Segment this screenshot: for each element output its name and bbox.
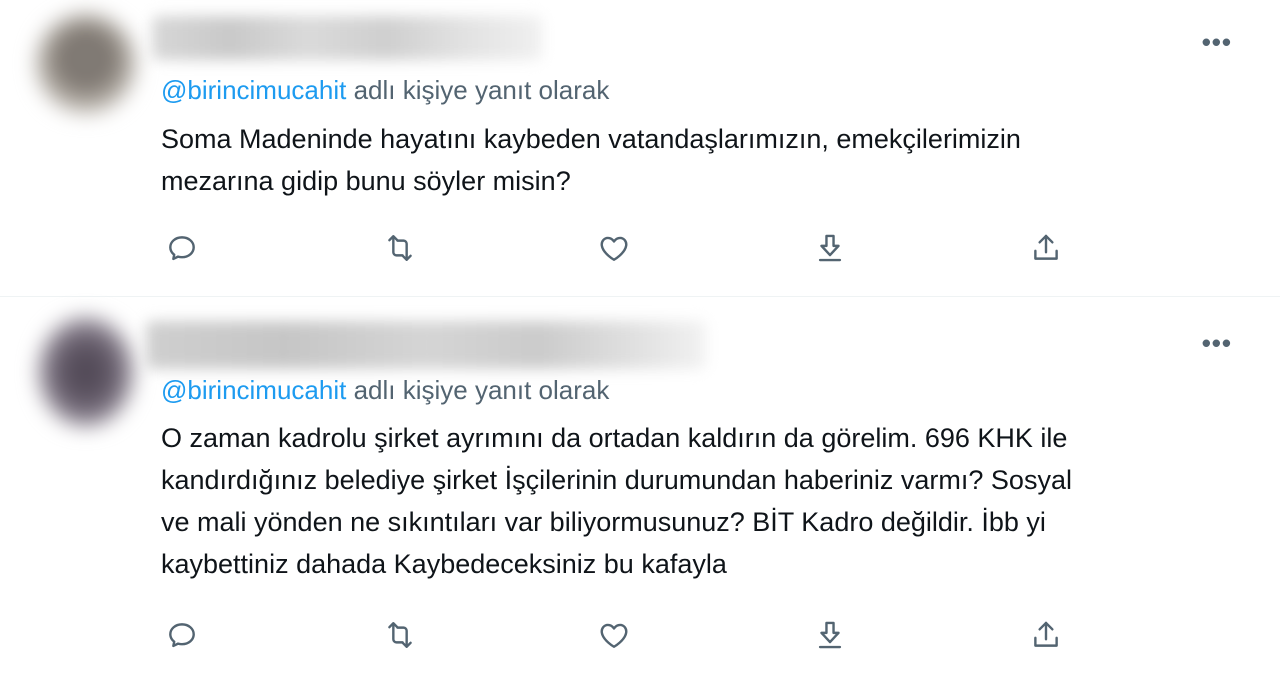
share-icon [1034,234,1058,260]
reply-handle-link[interactable]: @birincimucahit [161,75,346,105]
tweet-item[interactable]: ••• @birincimucahit adlı kişiye yanıt ol… [0,297,1280,675]
reply-context: @birincimucahit adlı kişiye yanıt olarak [161,75,609,106]
download-icon [818,234,842,262]
avatar[interactable] [38,317,134,427]
tweet-feed: ••• @birincimucahit adlı kişiye yanıt ol… [0,0,1280,675]
share-icon [1034,621,1058,647]
like-icon [600,623,628,648]
blurred-user-name[interactable] [152,16,542,60]
retweet-icon [388,622,412,648]
reply-icon [169,623,195,648]
reply-context-text: adlı kişiye yanıt olarak [346,375,610,405]
download-button[interactable] [810,228,850,268]
like-icon [600,236,628,261]
download-icon [818,621,842,649]
reply-icon [169,236,195,261]
tweet-text: Soma Madeninde hayatını kaybeden vatanda… [161,118,1251,202]
retweet-button[interactable] [380,228,420,268]
tweet-text-line: kaybettiniz dahada Kaybedeceksiniz bu ka… [161,549,727,579]
tweet-text-line: Soma Madeninde hayatını kaybeden vatanda… [161,124,1021,154]
reply-context-text: adlı kişiye yanıt olarak [346,75,610,105]
tweet-actions [0,615,1280,655]
more-options-button[interactable]: ••• [1202,330,1232,356]
reply-context: @birincimucahit adlı kişiye yanıt olarak [161,375,609,406]
tweet-text-line: ve mali yönden ne sıkıntıları var biliyo… [161,507,1046,537]
like-button[interactable] [594,228,634,268]
reply-button[interactable] [162,228,202,268]
blurred-user-name[interactable] [146,321,706,369]
tweet-text-line: mezarına gidip bunu söyler misin? [161,166,571,196]
retweet-icon [388,235,412,261]
tweet-text: O zaman kadrolu şirket ayrımını da ortad… [161,417,1251,585]
tweet-text-line: O zaman kadrolu şirket ayrımını da ortad… [161,423,1068,453]
retweet-button[interactable] [380,615,420,655]
share-button[interactable] [1026,615,1066,655]
reply-handle-link[interactable]: @birincimucahit [161,375,346,405]
reply-button[interactable] [162,615,202,655]
share-button[interactable] [1026,228,1066,268]
like-button[interactable] [594,615,634,655]
more-options-button[interactable]: ••• [1202,29,1232,55]
avatar[interactable] [36,14,136,114]
tweet-item[interactable]: ••• @birincimucahit adlı kişiye yanıt ol… [0,0,1280,297]
download-button[interactable] [810,615,850,655]
tweet-text-line: kandırdığınız belediye şirket İşçilerini… [161,465,1072,495]
tweet-actions [0,228,1280,268]
